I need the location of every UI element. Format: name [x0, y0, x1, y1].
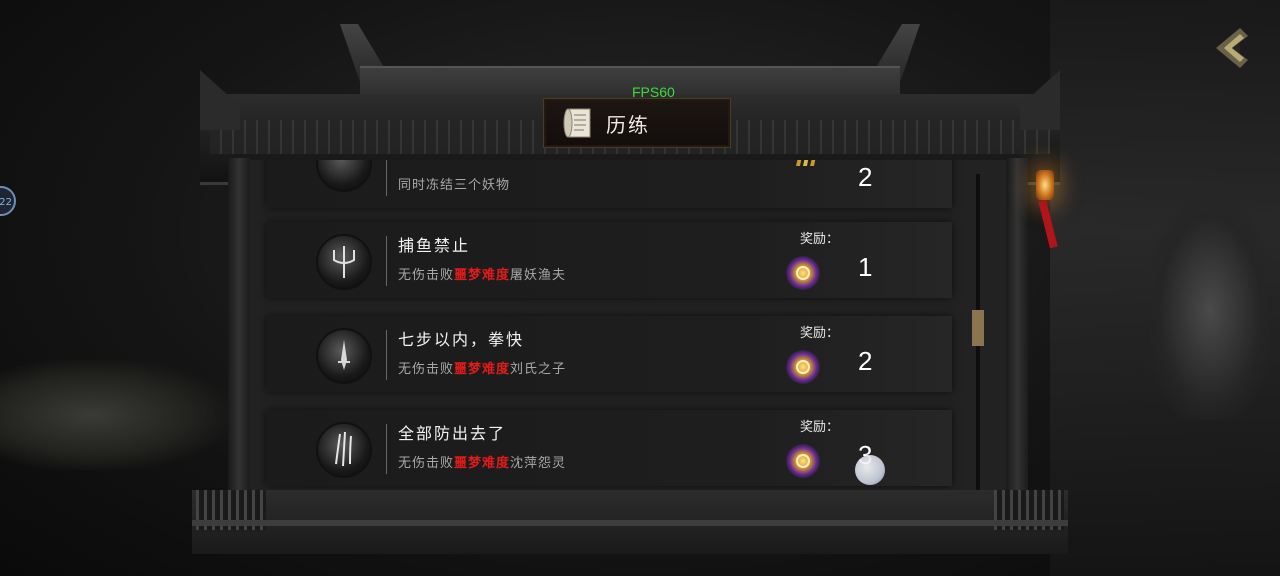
achievement-row[interactable]: 同时冻结三个妖物 2	[266, 160, 952, 208]
pillar-right	[1006, 158, 1028, 508]
claw-slash-icon	[316, 422, 372, 478]
gold-orb-icon	[786, 256, 820, 290]
pavilion-railing	[192, 490, 1068, 554]
back-arrow-icon[interactable]	[1210, 24, 1258, 72]
achievement-row[interactable]: 全部防出去了 无伤击败噩梦难度沈萍怨灵 奖励： 3	[266, 410, 952, 486]
achievement-title: 全部防出去了	[398, 424, 507, 443]
lantern-icon	[1036, 170, 1054, 200]
dagger-icon	[316, 328, 372, 384]
scrollbar-thumb[interactable]	[972, 310, 984, 346]
reward-count: 1	[858, 252, 873, 282]
title-plaque: 历练	[543, 98, 731, 148]
freeze-burst-icon	[316, 160, 372, 192]
achievement-title: 捕鱼禁止	[398, 236, 471, 255]
reward-label: 奖励：	[800, 326, 840, 341]
scroll-icon	[560, 103, 600, 143]
achievement-row[interactable]: 捕鱼禁止 无伤击败噩梦难度屠妖渔夫 奖励： 1	[266, 222, 952, 298]
achievement-list[interactable]: 同时冻结三个妖物 2 捕鱼禁止 无伤击败噩梦难度屠妖渔夫 奖励： 1 七步以内，…	[250, 160, 1006, 510]
reward-label: 奖励：	[800, 420, 840, 435]
achievement-description: 无伤击败噩梦难度刘氏之子	[398, 362, 567, 377]
achievement-description: 无伤击败噩梦难度沈萍怨灵	[398, 456, 567, 471]
touch-indicator	[855, 455, 885, 485]
achievement-title: 七步以内，拳快	[398, 330, 525, 349]
gold-orb-icon	[786, 444, 820, 478]
achievement-description: 无伤击败噩梦难度屠妖渔夫	[398, 268, 567, 283]
reward-count: 2	[858, 162, 873, 192]
trident-icon	[316, 234, 372, 290]
side-badge-button[interactable]: 22	[0, 186, 16, 216]
achievement-row[interactable]: 七步以内，拳快 无伤击败噩梦难度刘氏之子 奖励： 2	[266, 316, 952, 392]
reward-label: 奖励：	[800, 232, 840, 247]
row-divider	[386, 424, 387, 474]
achievement-description: 同时冻结三个妖物	[398, 178, 511, 193]
claw-token-icon	[792, 160, 822, 168]
row-divider	[386, 236, 387, 286]
reward-count: 2	[858, 346, 873, 376]
row-divider	[386, 330, 387, 380]
page-title: 历练	[606, 113, 650, 137]
pillar-left	[228, 158, 250, 508]
row-divider	[386, 160, 387, 196]
gold-orb-icon	[786, 350, 820, 384]
background-rock-left	[0, 360, 230, 470]
background-rock-right	[1150, 200, 1270, 420]
railing-bar	[192, 520, 1068, 526]
